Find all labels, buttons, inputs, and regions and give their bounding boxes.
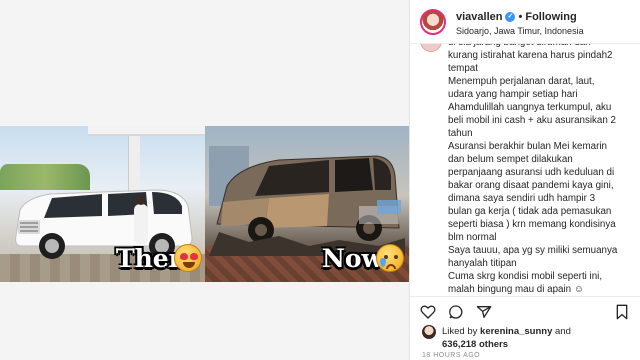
liked-by-line: Liked by kerenina_sunny and xyxy=(442,326,571,337)
building-canopy xyxy=(88,126,205,136)
caption-scroll-area[interactable]: di sla jarang banget dirumah dan kurang … xyxy=(410,44,640,294)
bookmark-icon[interactable] xyxy=(614,304,630,320)
liked-by-prefix: Liked by xyxy=(442,326,481,337)
heart-eyes-emoji-icon xyxy=(174,244,202,272)
caption-avatar[interactable] xyxy=(420,44,442,52)
post-details-panel: viavallen ✓ • Following Sidoarjo, Jawa Timu… xyxy=(409,0,640,360)
post-timestamp: 18 HOURS AGO xyxy=(422,352,481,359)
liked-by-user-link[interactable]: kerenina_sunny xyxy=(480,326,552,337)
share-icon[interactable] xyxy=(476,304,492,320)
likes-count: 636,218 others xyxy=(442,339,509,350)
likes-count-link[interactable]: 636,218 others xyxy=(442,339,508,350)
location-link[interactable]: Sidoarjo, Jawa Timur, Indonesia xyxy=(456,26,584,36)
now-label: Now xyxy=(322,244,384,273)
post-header: viavallen ✓ • Following Sidoarjo, Jawa Timu… xyxy=(410,0,640,44)
likes-summary: Liked by kerenina_sunny and 636,218 othe… xyxy=(420,322,640,352)
post-caption-text: di sla jarang banget dirumah dan kurang … xyxy=(448,44,618,294)
user-avatar[interactable] xyxy=(420,9,446,35)
heart-icon[interactable] xyxy=(420,304,436,320)
crying-emoji-icon xyxy=(376,244,404,272)
then-photo: Then xyxy=(0,126,205,282)
verified-badge-icon: ✓ xyxy=(505,12,516,23)
separator-dot: • xyxy=(518,11,523,23)
now-photo: Now xyxy=(205,126,409,282)
instagram-post-view: Then Now viavallen ✓ • Following Sidoarj… xyxy=(0,0,640,360)
username-link[interactable]: viavallen xyxy=(456,11,502,23)
post-image[interactable]: Then Now xyxy=(0,126,409,282)
following-button[interactable]: Following xyxy=(525,11,576,23)
burnt-van-illustration xyxy=(209,146,405,256)
comment-icon[interactable] xyxy=(448,304,464,320)
liker-avatar[interactable] xyxy=(422,325,436,339)
liked-by-and: and xyxy=(552,326,571,337)
username-row: viavallen ✓ • Following xyxy=(456,11,577,23)
